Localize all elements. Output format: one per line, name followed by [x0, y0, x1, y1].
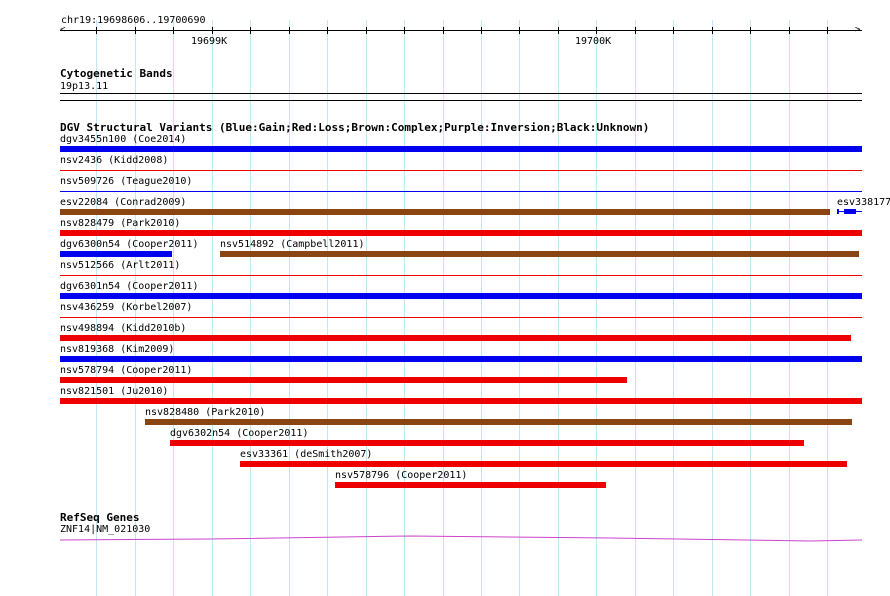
- grid-line: [596, 20, 597, 596]
- ruler-line: [60, 30, 862, 31]
- dgv-feature-label[interactable]: dgv6300n54 (Cooper2011): [60, 239, 198, 250]
- dgv-feature-label[interactable]: nsv819368 (Kim2009): [60, 344, 174, 355]
- dgv-feature-bar[interactable]: [60, 146, 862, 152]
- grid-line: [327, 20, 328, 596]
- dgv-feature-label[interactable]: dgv6302n54 (Cooper2011): [170, 428, 308, 439]
- cytoband-label: 19p13.11: [60, 81, 109, 92]
- dgv-feature-bar[interactable]: [60, 209, 830, 215]
- ruler-tick: [135, 27, 136, 34]
- refseq-gene-line[interactable]: [60, 532, 862, 544]
- dgv-feature-label[interactable]: nsv512566 (Arlt2011): [60, 260, 180, 271]
- ruler-tick: [673, 27, 674, 34]
- ruler-tick: [404, 27, 405, 34]
- ruler-tick: [635, 27, 636, 34]
- ruler-tick: [519, 27, 520, 34]
- grid-line: [366, 20, 367, 596]
- ruler-tick-label-1: 19699K: [191, 36, 228, 47]
- dgv-feature-bar[interactable]: [60, 356, 862, 362]
- dgv-feature-bar[interactable]: [60, 335, 851, 341]
- dgv-feature-bar[interactable]: [837, 208, 862, 215]
- dgv-feature-bar[interactable]: [60, 317, 862, 318]
- dgv-feature-label[interactable]: nsv578794 (Cooper2011): [60, 365, 192, 376]
- grid-line: [558, 20, 559, 596]
- cytoband-track-title: Cytogenetic Bands: [60, 67, 173, 80]
- dgv-feature-bar[interactable]: [60, 251, 172, 257]
- ruler-tick: [289, 27, 290, 34]
- ruler-tick: [789, 27, 790, 34]
- dgv-track-title: DGV Structural Variants (Blue:Gain;Red:L…: [60, 121, 650, 134]
- grid-line: [712, 20, 713, 596]
- ruler-tick: [712, 27, 713, 34]
- ruler-tick: [596, 27, 597, 34]
- ruler-tick: [558, 27, 559, 34]
- grid-line: [519, 20, 520, 596]
- grid-line: [673, 20, 674, 596]
- dgv-feature-bar[interactable]: [60, 377, 627, 383]
- dgv-feature-label[interactable]: nsv2436 (Kidd2008): [60, 155, 168, 166]
- dgv-feature-label[interactable]: nsv436259 (Korbel2007): [60, 302, 192, 313]
- dgv-feature-label[interactable]: nsv821501 (Ju2010): [60, 386, 168, 397]
- ruler-tick-label-2: 19700K: [575, 36, 612, 47]
- genome-browser-canvas[interactable]: chr19:19698606..19700690 < > 19699K 1970…: [0, 0, 890, 596]
- dgv-feature-bar[interactable]: [60, 170, 862, 171]
- grid-line: [289, 20, 290, 596]
- location-label: chr19:19698606..19700690: [61, 15, 206, 26]
- grid-line: [443, 20, 444, 596]
- ruler-tick: [212, 27, 213, 34]
- ruler-tick: [173, 27, 174, 34]
- dgv-feature-label[interactable]: nsv578796 (Cooper2011): [335, 470, 467, 481]
- dgv-feature-bar[interactable]: [60, 275, 862, 276]
- ruler-tick: [827, 27, 828, 34]
- feature-block: [837, 209, 839, 214]
- dgv-feature-label[interactable]: nsv498894 (Kidd2010b): [60, 323, 186, 334]
- ruler-right-arrow: >: [855, 25, 861, 35]
- dgv-feature-label[interactable]: nsv828479 (Park2010): [60, 218, 180, 229]
- grid-line: [404, 20, 405, 596]
- ruler-tick: [366, 27, 367, 34]
- ruler-tick: [327, 27, 328, 34]
- dgv-feature-bar[interactable]: [60, 191, 862, 192]
- cytoband-bottom-line: [60, 100, 862, 101]
- grid-line: [635, 20, 636, 596]
- dgv-feature-label[interactable]: dgv3455n100 (Coe2014): [60, 134, 186, 145]
- dgv-feature-bar[interactable]: [220, 251, 859, 257]
- feature-block: [844, 209, 856, 214]
- dgv-feature-bar[interactable]: [145, 419, 852, 425]
- grid-line: [789, 20, 790, 596]
- refseq-track-title: RefSeq Genes: [60, 511, 140, 524]
- dgv-feature-label[interactable]: esv338177: [837, 197, 890, 208]
- cytoband-top-line: [60, 93, 862, 94]
- dgv-feature-label[interactable]: dgv6301n54 (Cooper2011): [60, 281, 198, 292]
- grid-line: [250, 20, 251, 596]
- ruler-tick: [481, 27, 482, 34]
- dgv-feature-bar[interactable]: [60, 230, 862, 236]
- ruler-tick: [250, 27, 251, 34]
- dgv-feature-bar[interactable]: [335, 482, 606, 488]
- grid-line: [827, 20, 828, 596]
- dgv-feature-label[interactable]: esv22084 (Conrad2009): [60, 197, 186, 208]
- dgv-feature-bar[interactable]: [60, 398, 862, 404]
- grid-line: [212, 20, 213, 596]
- grid-line: [481, 20, 482, 596]
- ruler-tick: [96, 27, 97, 34]
- dgv-feature-label[interactable]: nsv509726 (Teague2010): [60, 176, 192, 187]
- ruler-tick: [750, 27, 751, 34]
- dgv-feature-label[interactable]: esv33361 (deSmith2007): [240, 449, 372, 460]
- ruler-left-arrow: <: [60, 25, 66, 35]
- dgv-feature-label[interactable]: nsv828480 (Park2010): [145, 407, 265, 418]
- refseq-gene-path: [60, 535, 862, 542]
- dgv-feature-bar[interactable]: [240, 461, 847, 467]
- dgv-feature-label[interactable]: nsv514892 (Campbell2011): [220, 239, 365, 250]
- dgv-feature-bar[interactable]: [60, 293, 862, 299]
- grid-line: [750, 20, 751, 596]
- dgv-feature-bar[interactable]: [170, 440, 804, 446]
- ruler-tick: [443, 27, 444, 34]
